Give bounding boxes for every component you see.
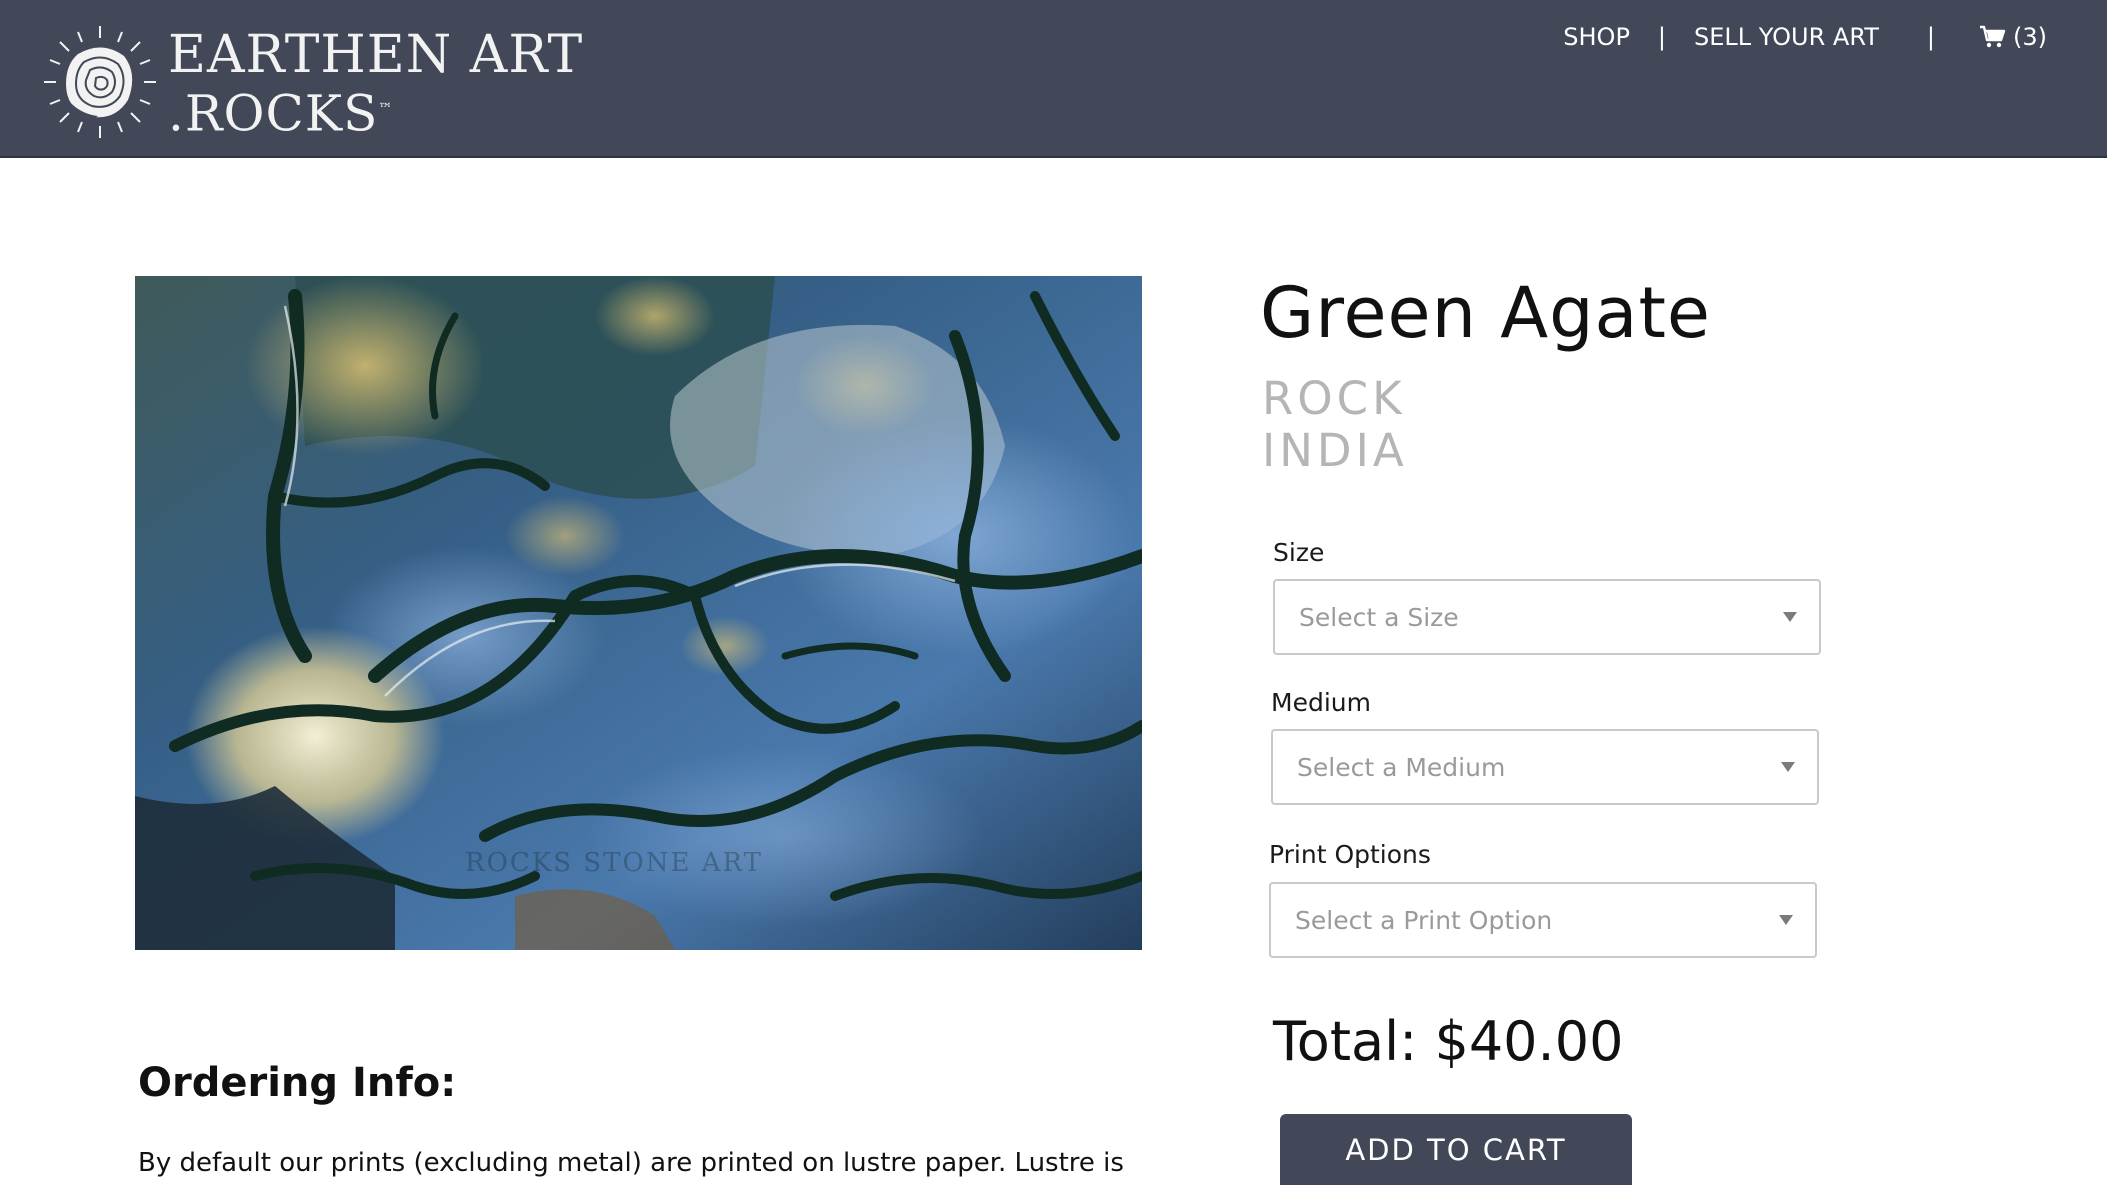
brand-line1: EARTHEN ART [168,25,584,85]
nav-sell-your-art-link[interactable]: SELL YOUR ART [1694,23,1879,51]
medium-select-placeholder: Select a Medium [1297,752,1506,782]
print-options-label: Print Options [1269,840,1431,869]
nav-separator: | [1926,23,1935,51]
main-nav: SHOP | SELL YOUR ART | (3) [1563,20,2047,54]
product-image[interactable]: ROCKS STONE ART [135,276,1142,950]
ordering-info-heading: Ordering Info: [138,1060,457,1106]
product-origin: INDIA [1262,424,1408,477]
medium-label: Medium [1271,688,1371,717]
product-category: ROCK [1262,372,1406,425]
site-header: EARTHEN ART .ROCKS™ SHOP | SELL YOUR ART… [0,0,2107,158]
size-select[interactable]: Select a Size [1273,579,1821,655]
order-total: Total: $40.00 [1273,1010,1624,1073]
trademark-symbol: ™ [378,101,393,117]
cart-icon [1980,25,2006,48]
size-label: Size [1273,538,1325,567]
brand-wordmark: EARTHEN ART .ROCKS™ [168,28,583,141]
size-select-placeholder: Select a Size [1299,602,1459,632]
product-title: Green Agate [1260,272,1711,354]
brand-line2: .ROCKS™ [168,82,583,141]
print-options-select-placeholder: Select a Print Option [1295,905,1553,935]
add-to-cart-button[interactable]: ADD TO CART [1280,1114,1632,1185]
product-meta: ROCK INDIA [1262,373,1408,477]
image-watermark: ROCKS STONE ART [465,848,763,878]
chevron-down-icon [1781,762,1795,772]
brand-logo[interactable]: EARTHEN ART .ROCKS™ [40,22,582,142]
agate-slice-icon [44,26,156,138]
chevron-down-icon [1783,612,1797,622]
cart-count: (3) [2013,23,2047,51]
ordering-info-text: By default our prints (excluding metal) … [138,1148,1124,1178]
medium-select[interactable]: Select a Medium [1271,729,1819,805]
brand-line2-text: .ROCKS [168,84,379,143]
nav-shop-link[interactable]: SHOP [1563,23,1630,51]
green-agate-photo: ROCKS STONE ART [135,276,1142,950]
nav-separator: | [1657,23,1667,51]
cart-link[interactable]: (3) [1979,23,2047,51]
print-options-select[interactable]: Select a Print Option [1269,882,1817,958]
chevron-down-icon [1779,915,1793,925]
